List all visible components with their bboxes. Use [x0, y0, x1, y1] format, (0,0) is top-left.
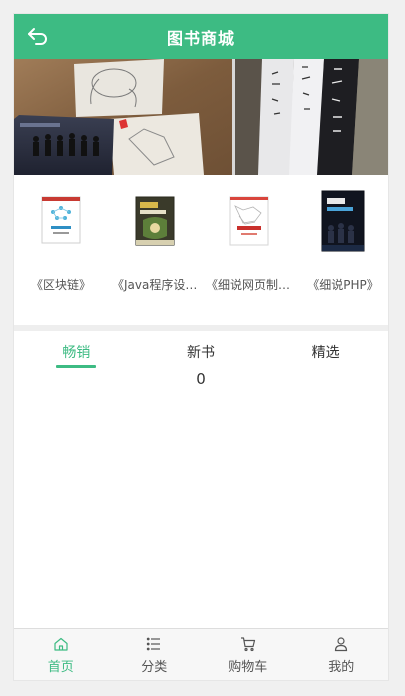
user-icon [335, 637, 348, 652]
book-cover-frame [108, 182, 202, 262]
book-cover-frame [14, 182, 108, 262]
book-list: 《区块链》 《Java程序设计》 [14, 182, 388, 322]
tab-bestseller[interactable]: 畅销 [14, 338, 139, 372]
tab-label: 精选 [311, 345, 340, 361]
book-item-php[interactable]: 《细说PHP》 [296, 182, 388, 322]
book-title: 《Java程序设计》 [112, 278, 198, 292]
tabbar-label: 分类 [141, 660, 168, 675]
book-title: 《区块链》 [30, 278, 91, 292]
tab-label: 新书 [187, 345, 215, 361]
tabbar-label: 首页 [47, 660, 74, 675]
book-title: 《细说PHP》 [307, 278, 379, 292]
result-count: 0 [196, 370, 206, 388]
page-title: 图书商城 [166, 28, 235, 48]
app-window: 图书商城 《区块链》 《Java程序设计 《细说网页制作 《细说PHP》 畅销 … [13, 13, 389, 681]
tab-label: 畅销 [62, 345, 91, 361]
tabbar-item-cart[interactable]: 购物车 [201, 629, 295, 680]
book-cover-frame [296, 182, 388, 262]
category-tabs: 畅销 新书 精选 [14, 338, 388, 372]
book-item-webpage[interactable]: 《细说网页制作》 [202, 182, 296, 322]
tab-featured[interactable]: 精选 [263, 338, 388, 372]
banner-image [14, 59, 388, 175]
book-cover-php [321, 190, 365, 252]
book-cover-frame [202, 182, 296, 262]
tabbar-item-home[interactable]: 首页 [14, 629, 108, 680]
tabbar-item-category[interactable]: 分类 [108, 629, 202, 680]
book-cover-java [135, 196, 175, 246]
book-cover-webpage [229, 196, 269, 246]
cart-icon [240, 637, 255, 652]
home-icon [54, 637, 68, 651]
book-item-java[interactable]: 《Java程序设计》 [108, 182, 202, 322]
bottom-tab-bar: 首页 分类 购物车 我的 [14, 628, 388, 680]
book-title: 《细说网页制作》 [206, 278, 292, 292]
back-arrow-icon[interactable] [26, 24, 50, 48]
banner-carousel[interactable] [14, 59, 388, 175]
tabbar-label: 购物车 [228, 660, 268, 675]
tabbar-item-profile[interactable]: 我的 [295, 629, 389, 680]
active-tab-indicator [56, 365, 97, 368]
section-divider [14, 325, 388, 331]
list-icon [147, 637, 161, 651]
book-item-blockchain[interactable]: 《区块链》 [14, 182, 108, 322]
tab-new-books[interactable]: 新书 [139, 338, 264, 372]
book-cover-blockchain [41, 196, 81, 244]
tabbar-label: 我的 [328, 660, 355, 675]
top-bar: 图书商城 [14, 14, 388, 59]
